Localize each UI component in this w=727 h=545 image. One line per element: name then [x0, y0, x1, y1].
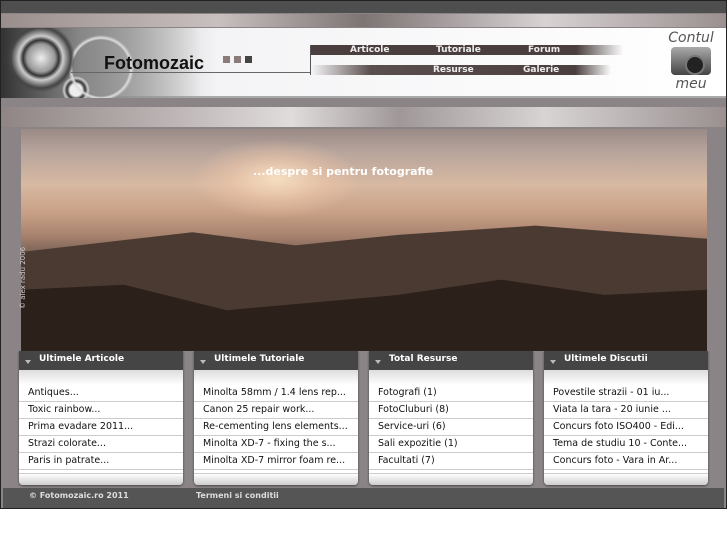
- nav-forum[interactable]: Forum: [528, 45, 560, 55]
- list-item[interactable]: Fotografi (1): [369, 385, 533, 402]
- nav-bottom: Resurse Galerie: [311, 65, 611, 75]
- list-item[interactable]: Concurs foto ISO400 - Edi...: [544, 419, 708, 436]
- list-item[interactable]: Canon 25 repair work...: [194, 402, 358, 419]
- chevron-down-icon: [375, 360, 381, 364]
- logo-squares: [223, 56, 252, 63]
- list-item[interactable]: Re-cementing lens elements...: [194, 419, 358, 436]
- panel-footer: [544, 473, 708, 485]
- account-label: meu: [675, 76, 707, 92]
- panel-title: Ultimele Articole: [39, 354, 125, 364]
- list-item[interactable]: Antiques...: [19, 385, 183, 402]
- list-item[interactable]: Tema de studiu 10 - Conte...: [544, 436, 708, 453]
- list-item[interactable]: Minolta XD-7 - fixing the s...: [194, 436, 358, 453]
- list-item[interactable]: Sali expozitie (1): [369, 436, 533, 453]
- hero-image: ...despre si pentru fotografie © alex ra…: [19, 129, 707, 351]
- chevron-down-icon: [25, 360, 31, 364]
- panel-spacer: [19, 370, 183, 385]
- site-logo[interactable]: Fotomozaic: [104, 53, 204, 74]
- panel-spacer: [194, 370, 358, 385]
- photo-credit: © alex radu 2006: [19, 246, 27, 309]
- panel-header[interactable]: Ultimele Discutii: [544, 351, 708, 370]
- panel-header[interactable]: Ultimele Tutoriale: [194, 351, 358, 370]
- header: Fotomozaic Articole Tutoriale Forum Resu…: [1, 28, 726, 98]
- list-item[interactable]: Prima evadare 2011...: [19, 419, 183, 436]
- nav-galerie[interactable]: Galerie: [523, 65, 559, 75]
- panel: Total Resurse Fotografi (1) FotoCluburi (8…: [369, 351, 533, 485]
- top-bar: [1, 1, 726, 13]
- footer: © Fotomozaic.ro 2011 Termeni si conditii: [3, 488, 724, 508]
- list-item[interactable]: Paris in patrate...: [19, 453, 183, 470]
- decorative-bar: [1, 107, 726, 127]
- chevron-down-icon: [200, 360, 206, 364]
- tagline: ...despre si pentru fotografie: [253, 165, 434, 178]
- panel-footer: [194, 473, 358, 485]
- nav-tutoriale[interactable]: Tutoriale: [436, 45, 481, 55]
- panel: Ultimele Discutii Povestile strazii - 01 …: [544, 351, 708, 485]
- list-item[interactable]: Viata la tara - 20 iunie ...: [544, 402, 708, 419]
- my-account-link[interactable]: Contul meu: [661, 31, 721, 95]
- page-frame: Fotomozaic Articole Tutoriale Forum Resu…: [0, 0, 727, 509]
- list-item[interactable]: Strazi colorate...: [19, 436, 183, 453]
- chevron-down-icon: [550, 360, 556, 364]
- list-item[interactable]: Concurs foto - Vara in Ar...: [544, 453, 708, 470]
- panel-footer: [369, 473, 533, 485]
- list-item[interactable]: Minolta 58mm / 1.4 lens rep...: [194, 385, 358, 402]
- decorative-bar: [1, 14, 726, 27]
- sunlight: [191, 139, 361, 219]
- list-item[interactable]: Service-uri (6): [369, 419, 533, 436]
- list-item[interactable]: Povestile strazii - 01 iu...: [544, 385, 708, 402]
- camera-icon: [671, 47, 711, 75]
- nav-resurse[interactable]: Resurse: [433, 65, 474, 75]
- panel-header[interactable]: Total Resurse: [369, 351, 533, 370]
- panel: Ultimele Tutoriale Minolta 58mm / 1.4 len…: [194, 351, 358, 485]
- list-item[interactable]: Minolta XD-7 mirror foam re...: [194, 453, 358, 470]
- list-item[interactable]: Toxic rainbow...: [19, 402, 183, 419]
- panel-footer: [19, 473, 183, 485]
- copyright: © Fotomozaic.ro 2011: [29, 491, 129, 500]
- nav-top: Articole Tutoriale Forum: [311, 45, 623, 55]
- panel-header[interactable]: Ultimele Articole: [19, 351, 183, 370]
- panel-title: Ultimele Tutoriale: [214, 354, 305, 364]
- panel-title: Total Resurse: [389, 354, 458, 364]
- list-item[interactable]: FotoCluburi (8): [369, 402, 533, 419]
- list-item[interactable]: Facultati (7): [369, 453, 533, 470]
- panel-spacer: [369, 370, 533, 385]
- panel-title: Ultimele Discutii: [564, 354, 648, 364]
- account-label: Contul: [668, 30, 714, 46]
- panel: Ultimele Articole Antiques... Toxic rainbo…: [19, 351, 183, 485]
- terms-link[interactable]: Termeni si conditii: [196, 491, 279, 500]
- panel-spacer: [544, 370, 708, 385]
- nav-articole[interactable]: Articole: [350, 45, 390, 55]
